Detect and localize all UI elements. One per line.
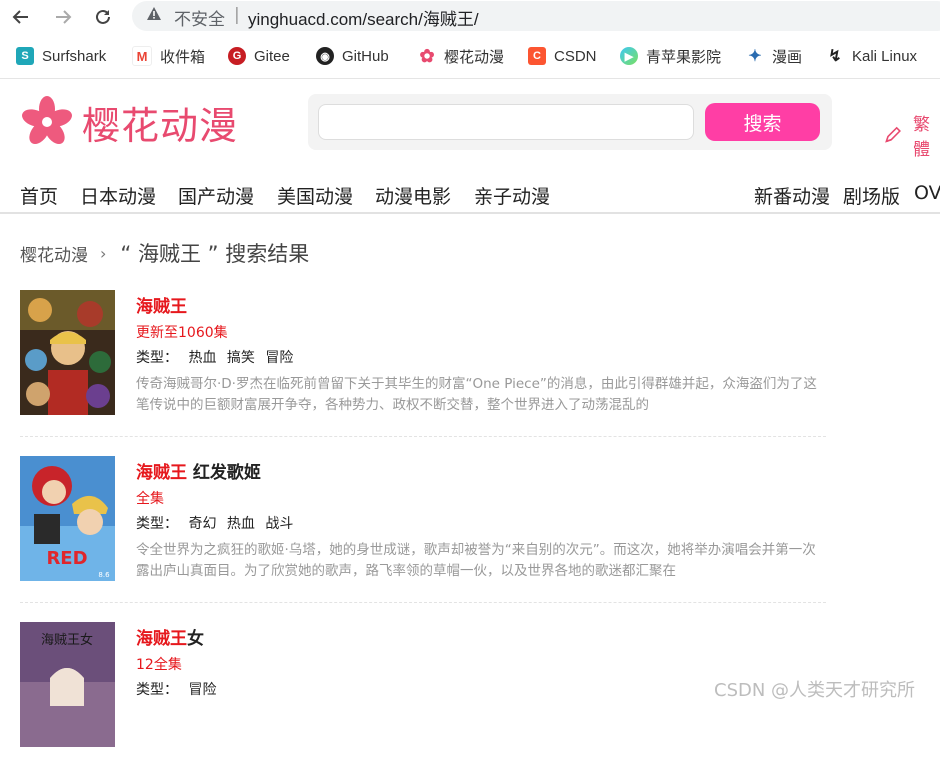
- nav-american-anime[interactable]: 美国动漫: [277, 182, 353, 209]
- result-item: 海贼王 更新至1060集 类型： 热血 搞笑 冒险 传奇海贼哥尔·D·罗杰在临死…: [20, 290, 826, 437]
- site-logo[interactable]: 樱花动漫: [20, 94, 238, 150]
- result-type: 类型： 冒险: [136, 679, 216, 699]
- result-type: 类型： 奇幻 热血 战斗: [136, 513, 293, 533]
- episode-status: 全集: [136, 491, 164, 507]
- browser-address-bar: 不安全 | yinghuacd.com/search/海贼王/: [0, 0, 940, 34]
- result-description: 令全世界为之疯狂的歌姬·乌塔，她的身世成谜，歌声却被誉为“来自别的次元”。而这次…: [136, 542, 816, 579]
- bookmark-github[interactable]: ◉ GitHub: [316, 46, 389, 66]
- bookmark-label: GitHub: [342, 47, 389, 65]
- surfshark-icon: S: [16, 47, 34, 65]
- result-poster[interactable]: [20, 290, 115, 415]
- nav-japanese-anime[interactable]: 日本动漫: [80, 182, 156, 209]
- poster-title-text: 海贼王女: [41, 632, 93, 648]
- manhua-icon: ✦: [748, 48, 762, 65]
- bookmark-kali[interactable]: ↯ Kali Linux: [826, 46, 917, 66]
- search-button[interactable]: 搜索: [705, 103, 820, 141]
- csdn-icon: C: [528, 47, 546, 65]
- logo-text: 樱花动漫: [82, 103, 239, 148]
- warning-icon[interactable]: [146, 6, 162, 26]
- sakura-icon: ✿: [419, 45, 435, 66]
- bookmark-label: Kali Linux: [852, 47, 918, 65]
- url-text[interactable]: yinghuacd.com/search/海贼王/: [248, 5, 479, 30]
- title-rest: 红发歌姬: [187, 463, 261, 483]
- bookmark-sakura[interactable]: ✿ 樱花动漫: [418, 46, 504, 66]
- result-description: 传奇海贼哥尔·D·罗杰在临死前曾留下关于其毕生的财富“One Piece”的消息…: [136, 376, 817, 413]
- bookmark-label: 青苹果影院: [646, 48, 722, 66]
- poster-red-text: RED: [46, 548, 87, 569]
- bookmark-label: 漫画: [772, 48, 803, 66]
- genre-tag[interactable]: 冒险: [265, 350, 293, 366]
- traditional-label: 繁體: [913, 115, 931, 160]
- search-result-heading: “ 海贼王 ” 搜索结果: [120, 242, 310, 266]
- result-poster[interactable]: 海贼王女: [20, 622, 115, 747]
- genre-tag[interactable]: 搞笑: [227, 350, 255, 366]
- nav-theatrical[interactable]: 剧场版: [843, 182, 900, 209]
- title-highlight: 海贼王: [136, 463, 187, 483]
- genre-tag[interactable]: 热血: [188, 350, 216, 366]
- nav-chinese-anime[interactable]: 国产动漫: [178, 182, 254, 209]
- nav-ova[interactable]: OVA: [914, 182, 940, 204]
- result-title[interactable]: 海贼王 红发歌姬: [136, 458, 261, 483]
- result-type: 类型： 热血 搞笑 冒险: [136, 347, 293, 367]
- result-title[interactable]: 海贼王: [136, 292, 187, 317]
- episode-status: 更新至1060集: [136, 325, 228, 341]
- type-label: 类型：: [136, 350, 178, 366]
- title-highlight: 海贼王: [136, 629, 187, 649]
- bookmark-apple-cinema[interactable]: ▶ 青苹果影院: [620, 46, 721, 66]
- bookmarks-bar: S Surfshark M 收件箱 G Gitee ◉ GitHub ✿ 樱花动…: [0, 34, 940, 79]
- main-nav: 首页 日本动漫 国产动漫 美国动漫 动漫电影 亲子动漫 新番动漫 剧场版 OVA: [0, 176, 940, 214]
- result-item: 海贼王女 海贼王女 12全集 类型： 冒险: [20, 622, 826, 768]
- csdn-watermark: CSDN @人类天才研究所: [714, 680, 916, 701]
- forward-icon[interactable]: [52, 6, 74, 28]
- result-item: RED 8.6 海贼王 红发歌姬 全集 类型： 奇幻 热血 战斗 令全世界为之疯…: [20, 456, 826, 603]
- genre-tag[interactable]: 战斗: [265, 516, 293, 532]
- title-rest: 女: [187, 629, 204, 649]
- type-label: 类型：: [136, 516, 178, 532]
- genre-tag[interactable]: 奇幻: [188, 516, 216, 532]
- title-highlight: 海贼王: [136, 297, 187, 317]
- bookmark-label: Gitee: [254, 47, 290, 65]
- traditional-chinese-toggle[interactable]: 繁體: [884, 110, 940, 160]
- search-input[interactable]: [318, 104, 694, 140]
- chevron-right-icon: ›: [100, 243, 107, 263]
- gitee-icon: G: [228, 47, 246, 65]
- result-title[interactable]: 海贼王女: [136, 624, 204, 649]
- sakura-logo-icon: [22, 96, 72, 145]
- nav-kids-anime[interactable]: 亲子动漫: [474, 182, 550, 209]
- genre-tag[interactable]: 冒险: [188, 682, 216, 698]
- bookmark-manhua[interactable]: ✦ 漫画: [746, 46, 802, 66]
- breadcrumb: 樱花动漫 › “ 海贼王 ” 搜索结果: [20, 238, 309, 268]
- bookmark-label: Surfshark: [42, 47, 107, 65]
- reload-icon[interactable]: [92, 6, 114, 28]
- bookmark-label: 樱花动漫: [444, 48, 505, 66]
- url-separator: |: [234, 5, 240, 25]
- pencil-icon: [885, 126, 901, 143]
- breadcrumb-site[interactable]: 樱花动漫: [20, 241, 88, 266]
- apple-cinema-icon: ▶: [620, 47, 638, 65]
- bookmark-surfshark[interactable]: S Surfshark: [16, 46, 106, 66]
- bookmark-label: CSDN: [554, 47, 597, 65]
- gmail-icon: M: [132, 46, 152, 66]
- nav-anime-movies[interactable]: 动漫电影: [375, 182, 451, 209]
- type-label: 类型：: [136, 682, 178, 698]
- bookmark-csdn[interactable]: C CSDN: [528, 46, 597, 66]
- nav-new-anime[interactable]: 新番动漫: [754, 182, 830, 209]
- bookmark-gitee[interactable]: G Gitee: [228, 46, 290, 66]
- back-icon[interactable]: [10, 6, 32, 28]
- genre-tag[interactable]: 热血: [227, 516, 255, 532]
- episode-status: 12全集: [136, 657, 182, 673]
- poster-date-text: 8.6: [98, 571, 110, 579]
- github-icon: ◉: [316, 47, 334, 65]
- bookmark-gmail[interactable]: M 收件箱: [132, 46, 205, 66]
- kali-icon: ↯: [828, 48, 842, 65]
- nav-home[interactable]: 首页: [20, 182, 58, 209]
- insecure-label[interactable]: 不安全: [174, 5, 225, 30]
- bookmark-label: 收件箱: [160, 48, 206, 66]
- result-poster[interactable]: RED 8.6: [20, 456, 115, 581]
